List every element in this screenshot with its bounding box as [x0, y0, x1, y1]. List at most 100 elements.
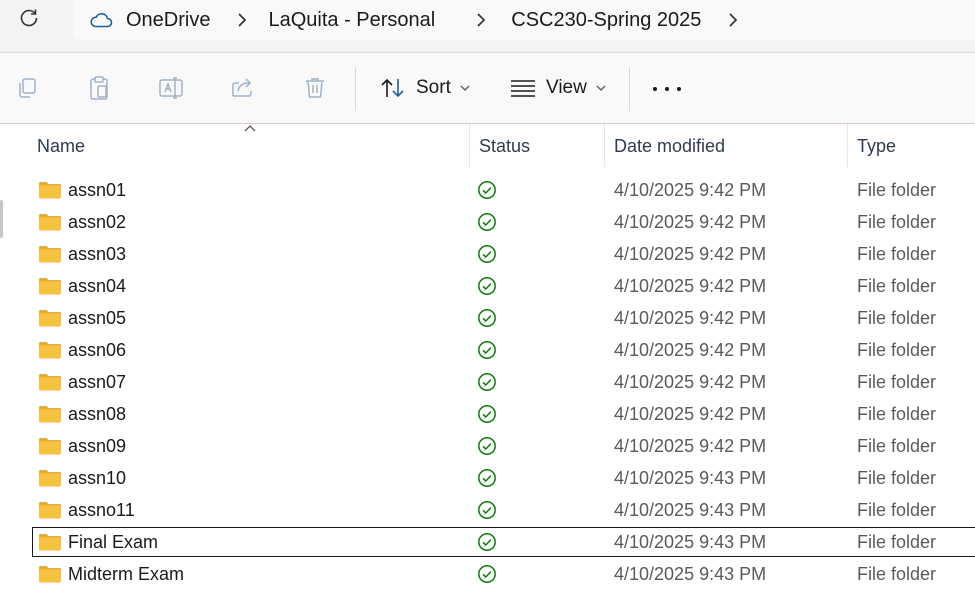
divider [629, 67, 630, 111]
file-name: Final Exam [68, 532, 159, 552]
view-button[interactable]: View [510, 73, 606, 103]
folder-icon [39, 374, 61, 391]
file-date-modified: 4/10/2025 9:42 PM [614, 244, 767, 264]
file-name: assn02 [68, 212, 127, 232]
available-status-icon [478, 277, 496, 295]
file-row[interactable]: assn04 4/10/2025 9:42 PM File folder [0, 271, 975, 303]
available-status-icon [478, 405, 496, 423]
file-type: File folder [857, 500, 937, 520]
file-row[interactable]: assn08 4/10/2025 9:42 PM File folder [0, 399, 975, 431]
sort-icon [381, 78, 404, 98]
view-label: View [546, 77, 587, 98]
sort-label: Sort [416, 77, 451, 98]
available-status-icon [478, 309, 496, 327]
file-row[interactable]: assn03 4/10/2025 9:42 PM File folder [0, 239, 975, 271]
share-icon[interactable] [230, 75, 256, 101]
refresh-icon [20, 9, 38, 27]
folder-icon [39, 502, 61, 519]
sort-button[interactable]: Sort [380, 73, 470, 103]
folder-icon [39, 310, 61, 327]
available-status-icon [478, 373, 496, 391]
file-type: File folder [857, 244, 937, 264]
breadcrumb-item-personal[interactable]: LaQuita - Personal [268, 9, 435, 32]
file-row[interactable]: Midterm Exam 4/10/2025 9:43 PM File folder [0, 559, 975, 591]
file-date-modified: 4/10/2025 9:42 PM [614, 212, 767, 232]
chevron-right-icon[interactable] [467, 10, 495, 30]
file-date-modified: 4/10/2025 9:42 PM [614, 276, 767, 296]
file-date-modified: 4/10/2025 9:43 PM [614, 532, 767, 552]
chevron-right-icon[interactable] [719, 10, 747, 30]
file-type: File folder [857, 468, 937, 488]
more-options-icon[interactable] [653, 85, 681, 93]
file-row[interactable]: assn01 4/10/2025 9:42 PM File folder [0, 175, 975, 207]
column-header-name[interactable]: Name [37, 136, 85, 157]
available-status-icon [478, 501, 496, 519]
file-date-modified: 4/10/2025 9:42 PM [614, 340, 767, 360]
file-name: assn06 [68, 340, 127, 360]
file-type: File folder [857, 436, 937, 456]
available-status-icon [478, 181, 496, 199]
view-list-icon [511, 80, 535, 97]
column-resize-handle[interactable] [469, 124, 470, 167]
file-row[interactable]: assn10 4/10/2025 9:43 PM File folder [0, 463, 975, 495]
column-header-date[interactable]: Date modified [614, 136, 725, 157]
chevron-down-icon [596, 83, 606, 93]
column-header-type[interactable]: Type [857, 136, 896, 157]
file-name: assn08 [68, 404, 127, 424]
file-row[interactable]: assno11 4/10/2025 9:43 PM File folder [0, 495, 975, 527]
file-date-modified: 4/10/2025 9:42 PM [614, 308, 767, 328]
file-type: File folder [857, 276, 937, 296]
cloud-icon [89, 10, 113, 30]
available-status-icon [478, 245, 496, 263]
file-row[interactable]: assn02 4/10/2025 9:42 PM File folder [0, 207, 975, 239]
address-bar: OneDrive LaQuita - Personal CSC230-Sprin… [0, 0, 975, 52]
chevron-right-icon[interactable] [228, 10, 256, 30]
file-date-modified: 4/10/2025 9:43 PM [614, 500, 767, 520]
file-date-modified: 4/10/2025 9:42 PM [614, 372, 767, 392]
file-name: assn07 [68, 372, 127, 392]
file-row[interactable]: Final Exam 4/10/2025 9:43 PM File folder [0, 527, 975, 559]
folder-icon [39, 566, 61, 583]
breadcrumb: OneDrive LaQuita - Personal CSC230-Sprin… [73, 0, 975, 40]
file-type: File folder [857, 564, 937, 584]
file-date-modified: 4/10/2025 9:42 PM [614, 436, 767, 456]
file-type: File folder [857, 404, 937, 424]
file-row[interactable]: assn09 4/10/2025 9:42 PM File folder [0, 431, 975, 463]
file-name: assn01 [68, 180, 127, 200]
breadcrumb-item-course[interactable]: CSC230-Spring 2025 [511, 9, 701, 32]
column-header-row: Name Status Date modified Type [8, 124, 975, 167]
file-type: File folder [857, 372, 937, 392]
copy-icon[interactable] [14, 75, 40, 101]
refresh-button[interactable] [14, 4, 44, 32]
file-type: File folder [857, 180, 937, 200]
available-status-icon [478, 469, 496, 487]
column-header-status[interactable]: Status [479, 136, 530, 157]
sort-ascending-icon [244, 125, 256, 132]
breadcrumb-item-onedrive[interactable]: OneDrive [126, 9, 210, 32]
file-row[interactable]: assn05 4/10/2025 9:42 PM File folder [0, 303, 975, 335]
folder-icon [39, 278, 61, 295]
file-name: assn04 [68, 276, 127, 296]
folder-icon [39, 214, 61, 231]
rename-icon[interactable] [158, 75, 184, 101]
column-resize-handle[interactable] [604, 124, 605, 167]
available-status-icon [478, 437, 496, 455]
file-type: File folder [857, 212, 937, 232]
paste-icon[interactable] [86, 75, 112, 101]
file-row[interactable]: assn06 4/10/2025 9:42 PM File folder [0, 335, 975, 367]
file-name: assn05 [68, 308, 127, 328]
column-resize-handle[interactable] [847, 124, 848, 167]
divider [355, 67, 356, 111]
file-date-modified: 4/10/2025 9:42 PM [614, 180, 767, 200]
file-type: File folder [857, 340, 937, 360]
folder-icon [39, 534, 61, 551]
folder-icon [39, 182, 61, 199]
file-date-modified: 4/10/2025 9:43 PM [614, 468, 767, 488]
delete-icon[interactable] [302, 75, 328, 101]
file-date-modified: 4/10/2025 9:43 PM [614, 564, 767, 584]
file-row[interactable]: assn07 4/10/2025 9:42 PM File folder [0, 367, 975, 399]
command-bar: Sort View [0, 53, 975, 123]
folder-icon [39, 470, 61, 487]
file-date-modified: 4/10/2025 9:42 PM [614, 404, 767, 424]
file-name: assn10 [68, 468, 127, 488]
